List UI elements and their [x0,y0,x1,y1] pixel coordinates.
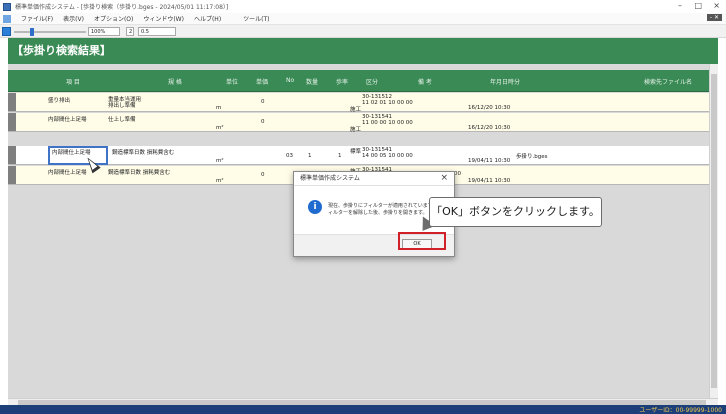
col-unit[interactable]: 単位 [226,77,238,86]
cell-unit: m² [216,158,224,164]
cell-unit: m² [216,178,224,184]
close-icon[interactable]: × [713,1,720,10]
cell-item: 内部間仕上足場 [48,170,87,176]
cell-price: 0 [261,172,265,178]
row-header[interactable] [8,146,16,164]
menu-tools[interactable]: ツール(T) [243,14,269,23]
cell-item: 内部間仕上足場 [48,117,87,123]
cell-spec: 鋼造標準日数 損耗費含む [108,170,171,176]
dropdown-scale[interactable]: 0.5 [138,27,176,36]
cell-item: 内部間仕上足場 [52,150,91,156]
cell-unit: m [216,105,222,111]
cell-kubun: 標準 [350,149,362,155]
table-row[interactable]: 盛り排出 重量本当運用 排出し準備 m 0 施工 30-131512 11 02… [8,93,709,113]
maximize-icon[interactable]: □ [694,1,702,10]
zoom-input[interactable]: 100% [88,27,120,36]
cell-biko-2: 14 00 05 10 00 00 [362,153,413,159]
ok-button-highlight [398,232,446,250]
col-biko[interactable]: 備 考 [418,77,432,86]
cell-file: 歩掛り.bges [516,154,548,160]
row-header[interactable] [8,113,16,131]
row-header[interactable] [8,93,16,111]
menu-window[interactable]: ウィンドウ(W) [143,14,184,23]
dialog-title: 標準単価作成システム [294,172,454,186]
user-id: ユーザーID：00-99999-1000 [639,407,722,414]
cell-rate: 1 [338,153,342,159]
cell-spec-2: 排出し準備 [108,103,136,109]
cell-date: 16/12/20 10:30 [468,105,511,111]
cell-biko-2: 00 [454,171,461,177]
app-window: 標準単価作成システム - [歩掛り検索（歩掛り.bges - 2024/05/0… [0,0,726,414]
menu-app-icon [3,14,11,23]
cell-kubun: 施工 [350,107,362,113]
minimize-icon[interactable]: – [678,1,682,10]
app-icon [3,2,11,11]
vertical-scroll-thumb[interactable] [711,74,717,388]
mdi-controls[interactable]: - ✕ [706,14,722,21]
horizontal-scrollbar[interactable] [8,398,718,405]
col-date[interactable]: 年月日時分 [490,77,520,86]
col-no[interactable]: No [286,77,294,84]
col-price[interactable]: 単価 [256,77,268,86]
panel-title: 【歩掛り検索結果】 [8,38,718,64]
dialog-close-icon[interactable]: × [440,173,448,183]
col-item[interactable]: 項 目 [66,77,80,86]
cell-kubun: 施工 [350,127,362,133]
col-kubun[interactable]: 区分 [366,77,378,86]
cell-unit: m² [216,125,224,131]
cell-biko-2: 11 00 00 10 00 00 [362,120,413,126]
cell-item: 盛り排出 [48,98,71,104]
table-row[interactable]: 内部間仕上足場 仕上し準備 m² 0 施工 30-131541 11 00 00… [8,113,709,133]
col-rate[interactable]: 歩率 [336,77,348,86]
instruction-callout: 「OK」ボタンをクリックします。 [429,197,602,227]
row-header[interactable] [8,166,16,184]
zoom-slider[interactable] [14,31,86,33]
menu-file[interactable]: ファイル(F) [21,14,53,23]
menu-options[interactable]: オプション(O) [94,14,133,23]
zoom-slider-knob[interactable] [30,28,34,36]
cell-date: 19/04/11 10:30 [468,158,511,164]
vertical-scrollbar[interactable] [709,64,718,398]
grid-header: 項 目 規 格 単位 単価 No 数量 歩率 区分 備 考 年月日時分 検索先フ… [8,70,709,92]
menu-view[interactable]: 表示(V) [63,14,84,23]
menu-bar: ファイル(F) 表示(V) オプション(O) ウィンドウ(W) ヘルプ(H) ツ… [0,13,726,25]
cell-no: 03 [286,153,293,159]
cell-price: 0 [261,119,265,125]
cell-date: 16/12/20 10:30 [468,125,511,131]
toolbar: 100% 2 0.5 [0,25,726,38]
status-bar: ユーザーID：00-99999-1000 [0,405,726,414]
title-bar: 標準単価作成システム - [歩掛り検索（歩掛り.bges - 2024/05/0… [0,0,726,13]
print-icon[interactable] [2,27,11,36]
cell-spec: 鋼造標準日数 損耗費含む [112,150,175,156]
col-file[interactable]: 検索先ファイル名 [644,77,692,86]
info-icon: i [308,200,322,214]
cell-date: 19/04/11 10:30 [468,178,511,184]
dropdown-small[interactable]: 2 [126,27,134,36]
window-title: 標準単価作成システム - [歩掛り検索（歩掛り.bges - 2024/05/0… [15,4,229,11]
col-qty[interactable]: 数量 [306,77,318,86]
cell-biko-2: 11 02 01 10 00 00 [362,100,413,106]
col-spec[interactable]: 規 格 [168,77,182,86]
cell-price: 0 [261,99,265,105]
table-row-selected[interactable]: 内部間仕上足場 鋼造標準日数 損耗費含む m² 03 1 1 標準 30-131… [8,146,709,165]
cell-qty: 1 [308,153,312,159]
menu-help[interactable]: ヘルプ(H) [194,14,221,23]
cell-spec: 仕上し準備 [108,117,136,123]
